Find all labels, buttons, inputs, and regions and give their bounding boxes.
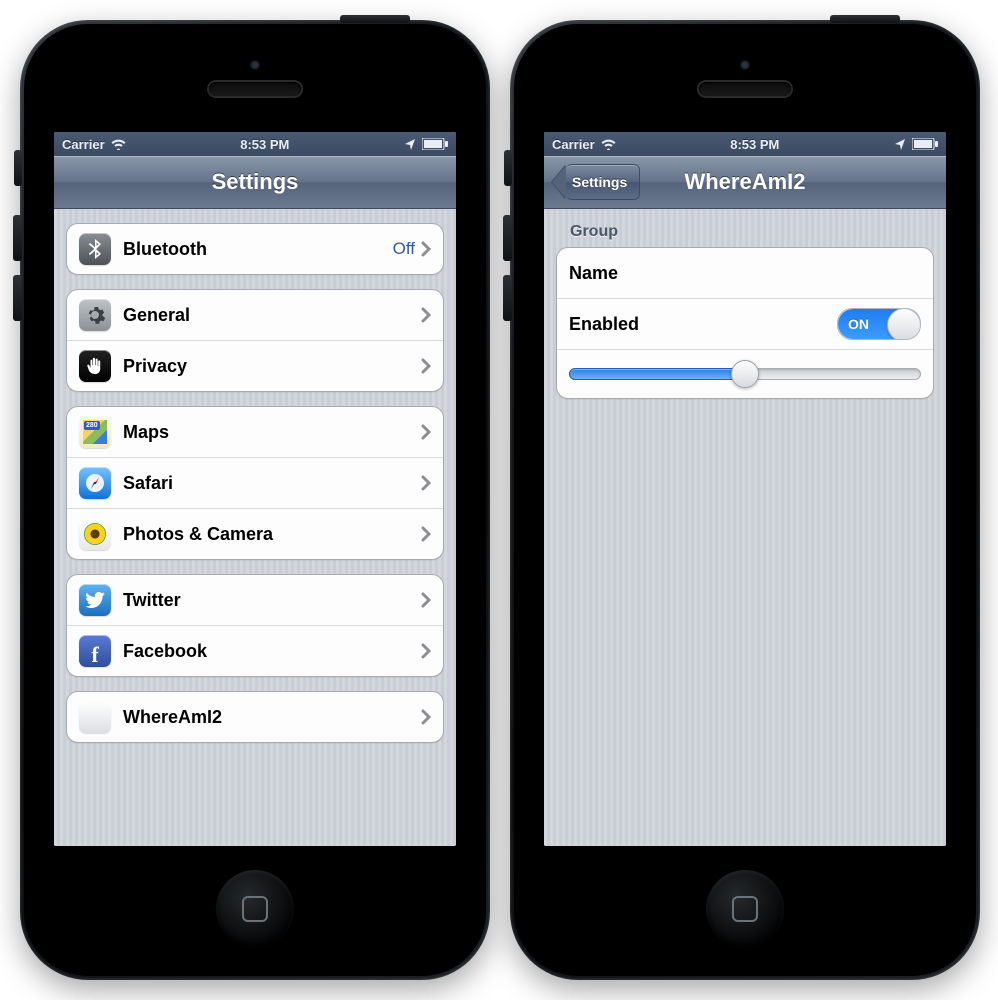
settings-list[interactable]: BluetoothOff General Privacy Maps Safari Phot…	[54, 209, 456, 846]
mute-switch[interactable]	[504, 150, 512, 186]
app-icon	[79, 701, 111, 733]
mute-switch[interactable]	[14, 150, 22, 186]
earpiece	[699, 82, 791, 96]
row-slider	[557, 349, 933, 398]
volume-down-button[interactable]	[503, 275, 512, 321]
chevron-right-icon	[421, 475, 431, 491]
row-name[interactable]: Name	[557, 248, 933, 298]
device-frame-left: Carrier 8:53 PM Settings	[20, 20, 490, 980]
earpiece	[209, 82, 301, 96]
settings-row-bluetooth[interactable]: BluetoothOff	[67, 224, 443, 274]
slider-knob	[731, 360, 759, 388]
enabled-label: Enabled	[569, 314, 837, 335]
battery-icon	[422, 138, 448, 150]
wifi-icon	[111, 139, 126, 150]
volume-down-button[interactable]	[13, 275, 22, 321]
chevron-right-icon	[421, 643, 431, 659]
screen-right: Carrier 8:53 PM	[544, 132, 946, 846]
compass-icon	[79, 467, 111, 499]
settings-row-privacy[interactable]: Privacy	[67, 340, 443, 391]
home-button[interactable]	[216, 870, 294, 948]
nav-title: Settings	[212, 169, 299, 195]
toggle-knob	[887, 308, 921, 340]
settings-row-general[interactable]: General	[67, 290, 443, 340]
device-frame-right: Carrier 8:53 PM	[510, 20, 980, 980]
row-label: Privacy	[123, 356, 421, 377]
power-button[interactable]	[830, 15, 900, 23]
settings-row-facebook[interactable]: f Facebook	[67, 625, 443, 676]
chevron-right-icon	[421, 307, 431, 323]
row-value: Off	[393, 239, 415, 259]
status-bar: Carrier 8:53 PM	[54, 132, 456, 156]
clock-label: 8:53 PM	[240, 137, 289, 152]
carrier-label: Carrier	[552, 137, 595, 152]
row-enabled: Enabled ON	[557, 298, 933, 349]
nav-bar: Settings WhereAmI2	[544, 156, 946, 209]
settings-row-safari[interactable]: Safari	[67, 457, 443, 508]
chevron-right-icon	[421, 592, 431, 608]
bluetooth-icon	[79, 233, 111, 265]
home-button[interactable]	[706, 870, 784, 948]
row-label: WhereAmI2	[123, 707, 421, 728]
maps-icon	[79, 416, 111, 448]
volume-up-button[interactable]	[13, 215, 22, 261]
settings-row-whereami2[interactable]: WhereAmI2	[67, 692, 443, 742]
location-icon	[894, 138, 906, 150]
facebook-icon: f	[79, 635, 111, 667]
row-label: Safari	[123, 473, 421, 494]
enabled-toggle[interactable]: ON	[837, 308, 921, 340]
volume-up-button[interactable]	[503, 215, 512, 261]
photos-icon	[79, 518, 111, 550]
screen-left: Carrier 8:53 PM Settings	[54, 132, 456, 846]
chevron-right-icon	[421, 709, 431, 725]
chevron-right-icon	[421, 241, 431, 257]
settings-row-twitter[interactable]: Twitter	[67, 575, 443, 625]
row-label: Photos & Camera	[123, 524, 421, 545]
camera-sensor	[740, 60, 750, 70]
nav-bar: Settings	[54, 156, 456, 209]
settings-row-photos-camera[interactable]: Photos & Camera	[67, 508, 443, 559]
row-label: Facebook	[123, 641, 421, 662]
carrier-label: Carrier	[62, 137, 105, 152]
wifi-icon	[601, 139, 616, 150]
group-header: Group	[570, 223, 926, 241]
battery-icon	[912, 138, 938, 150]
hand-icon	[79, 350, 111, 382]
twitter-icon	[79, 584, 111, 616]
power-button[interactable]	[340, 15, 410, 23]
chevron-right-icon	[421, 358, 431, 374]
settings-row-maps[interactable]: Maps	[67, 407, 443, 457]
gear-icon	[79, 299, 111, 331]
camera-sensor	[250, 60, 260, 70]
location-icon	[404, 138, 416, 150]
nav-title: WhereAmI2	[684, 169, 805, 195]
back-button[interactable]: Settings	[552, 165, 640, 199]
toggle-text: ON	[848, 316, 869, 332]
row-label: Maps	[123, 422, 421, 443]
name-label: Name	[569, 263, 921, 284]
back-label: Settings	[566, 164, 640, 200]
row-label: Twitter	[123, 590, 421, 611]
row-label: General	[123, 305, 421, 326]
detail-panel: Group Name Enabled ON	[544, 209, 946, 846]
value-slider[interactable]	[569, 367, 921, 381]
clock-label: 8:53 PM	[730, 137, 779, 152]
row-label: Bluetooth	[123, 239, 393, 260]
chevron-right-icon	[421, 526, 431, 542]
status-bar: Carrier 8:53 PM	[544, 132, 946, 156]
chevron-right-icon	[421, 424, 431, 440]
